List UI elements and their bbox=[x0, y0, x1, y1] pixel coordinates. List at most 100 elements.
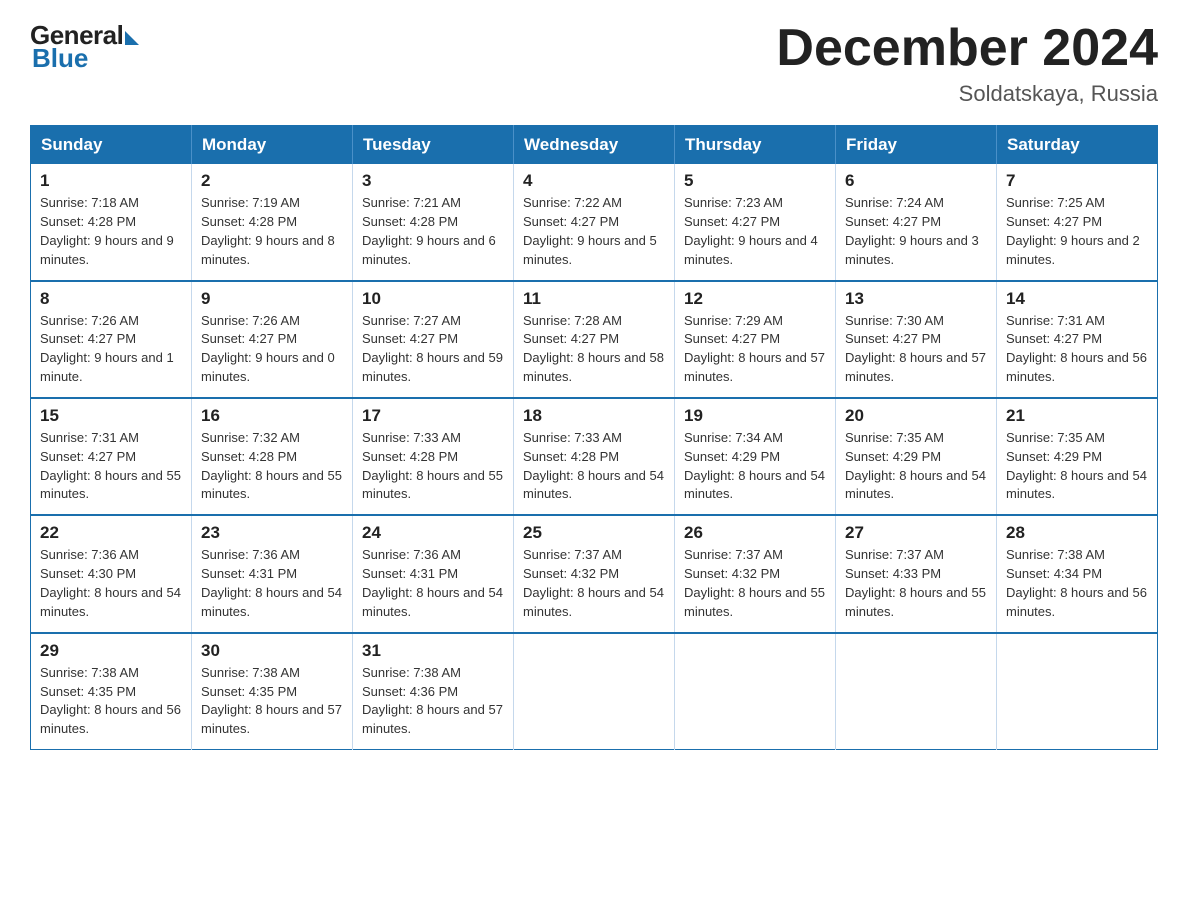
day-number: 24 bbox=[362, 523, 504, 543]
day-info: Sunrise: 7:24 AMSunset: 4:27 PMDaylight:… bbox=[845, 194, 987, 269]
calendar-cell: 18 Sunrise: 7:33 AMSunset: 4:28 PMDayligh… bbox=[514, 398, 675, 515]
day-info: Sunrise: 7:36 AMSunset: 4:31 PMDaylight:… bbox=[362, 546, 504, 621]
calendar-cell: 10 Sunrise: 7:27 AMSunset: 4:27 PMDayligh… bbox=[353, 281, 514, 398]
day-info: Sunrise: 7:34 AMSunset: 4:29 PMDaylight:… bbox=[684, 429, 826, 504]
calendar-cell: 17 Sunrise: 7:33 AMSunset: 4:28 PMDayligh… bbox=[353, 398, 514, 515]
calendar-cell: 21 Sunrise: 7:35 AMSunset: 4:29 PMDayligh… bbox=[997, 398, 1158, 515]
weekday-header-monday: Monday bbox=[192, 126, 353, 165]
day-number: 21 bbox=[1006, 406, 1148, 426]
calendar-cell: 26Sunrise: 7:37 AMSunset: 4:32 PMDayligh… bbox=[675, 515, 836, 632]
calendar-week-row: 8 Sunrise: 7:26 AMSunset: 4:27 PMDaylight… bbox=[31, 281, 1158, 398]
day-info: Sunrise: 7:18 AMSunset: 4:28 PMDaylight:… bbox=[40, 194, 182, 269]
day-info: Sunrise: 7:21 AMSunset: 4:28 PMDaylight:… bbox=[362, 194, 504, 269]
day-info: Sunrise: 7:27 AMSunset: 4:27 PMDaylight:… bbox=[362, 312, 504, 387]
day-number: 8 bbox=[40, 289, 182, 309]
calendar-cell: 16 Sunrise: 7:32 AMSunset: 4:28 PMDayligh… bbox=[192, 398, 353, 515]
calendar-cell: 2Sunrise: 7:19 AMSunset: 4:28 PMDaylight… bbox=[192, 164, 353, 280]
day-info: Sunrise: 7:38 AMSunset: 4:35 PMDaylight:… bbox=[40, 664, 182, 739]
day-info: Sunrise: 7:35 AMSunset: 4:29 PMDaylight:… bbox=[845, 429, 987, 504]
weekday-header-thursday: Thursday bbox=[675, 126, 836, 165]
day-number: 7 bbox=[1006, 171, 1148, 191]
day-number: 14 bbox=[1006, 289, 1148, 309]
logo-blue-text: Blue bbox=[32, 43, 88, 74]
day-info: Sunrise: 7:35 AMSunset: 4:29 PMDaylight:… bbox=[1006, 429, 1148, 504]
day-number: 22 bbox=[40, 523, 182, 543]
title-block: December 2024 Soldatskaya, Russia bbox=[776, 20, 1158, 107]
day-info: Sunrise: 7:36 AMSunset: 4:30 PMDaylight:… bbox=[40, 546, 182, 621]
day-number: 25 bbox=[523, 523, 665, 543]
calendar-cell: 15 Sunrise: 7:31 AMSunset: 4:27 PMDayligh… bbox=[31, 398, 192, 515]
calendar-cell: 23Sunrise: 7:36 AMSunset: 4:31 PMDayligh… bbox=[192, 515, 353, 632]
day-number: 6 bbox=[845, 171, 987, 191]
calendar-cell bbox=[997, 633, 1158, 750]
calendar-cell: 12 Sunrise: 7:29 AMSunset: 4:27 PMDayligh… bbox=[675, 281, 836, 398]
calendar-cell bbox=[675, 633, 836, 750]
weekday-header-friday: Friday bbox=[836, 126, 997, 165]
logo: General Blue bbox=[30, 20, 139, 74]
day-info: Sunrise: 7:28 AMSunset: 4:27 PMDaylight:… bbox=[523, 312, 665, 387]
calendar-cell: 3Sunrise: 7:21 AMSunset: 4:28 PMDaylight… bbox=[353, 164, 514, 280]
calendar-week-row: 1 Sunrise: 7:18 AMSunset: 4:28 PMDaylight… bbox=[31, 164, 1158, 280]
day-number: 5 bbox=[684, 171, 826, 191]
day-info: Sunrise: 7:33 AMSunset: 4:28 PMDaylight:… bbox=[523, 429, 665, 504]
calendar-cell: 30 Sunrise: 7:38 AMSunset: 4:35 PMDayligh… bbox=[192, 633, 353, 750]
calendar-cell: 25Sunrise: 7:37 AMSunset: 4:32 PMDayligh… bbox=[514, 515, 675, 632]
day-number: 28 bbox=[1006, 523, 1148, 543]
day-number: 4 bbox=[523, 171, 665, 191]
day-info: Sunrise: 7:22 AMSunset: 4:27 PMDaylight:… bbox=[523, 194, 665, 269]
calendar-cell: 24 Sunrise: 7:36 AMSunset: 4:31 PMDayligh… bbox=[353, 515, 514, 632]
day-number: 18 bbox=[523, 406, 665, 426]
calendar-cell bbox=[836, 633, 997, 750]
location-subtitle: Soldatskaya, Russia bbox=[776, 81, 1158, 107]
calendar-cell: 31 Sunrise: 7:38 AMSunset: 4:36 PMDayligh… bbox=[353, 633, 514, 750]
day-number: 31 bbox=[362, 641, 504, 661]
calendar-cell: 29 Sunrise: 7:38 AMSunset: 4:35 PMDayligh… bbox=[31, 633, 192, 750]
day-number: 2 bbox=[201, 171, 343, 191]
day-number: 13 bbox=[845, 289, 987, 309]
day-info: Sunrise: 7:37 AMSunset: 4:33 PMDaylight:… bbox=[845, 546, 987, 621]
day-info: Sunrise: 7:25 AMSunset: 4:27 PMDaylight:… bbox=[1006, 194, 1148, 269]
day-info: Sunrise: 7:31 AMSunset: 4:27 PMDaylight:… bbox=[1006, 312, 1148, 387]
calendar-cell: 27Sunrise: 7:37 AMSunset: 4:33 PMDayligh… bbox=[836, 515, 997, 632]
day-number: 19 bbox=[684, 406, 826, 426]
day-info: Sunrise: 7:36 AMSunset: 4:31 PMDaylight:… bbox=[201, 546, 343, 621]
day-number: 10 bbox=[362, 289, 504, 309]
calendar-week-row: 22 Sunrise: 7:36 AMSunset: 4:30 PMDayligh… bbox=[31, 515, 1158, 632]
day-info: Sunrise: 7:29 AMSunset: 4:27 PMDaylight:… bbox=[684, 312, 826, 387]
calendar-cell: 9Sunrise: 7:26 AMSunset: 4:27 PMDaylight… bbox=[192, 281, 353, 398]
day-info: Sunrise: 7:23 AMSunset: 4:27 PMDaylight:… bbox=[684, 194, 826, 269]
calendar-cell: 4 Sunrise: 7:22 AMSunset: 4:27 PMDaylight… bbox=[514, 164, 675, 280]
day-number: 15 bbox=[40, 406, 182, 426]
weekday-header-row: SundayMondayTuesdayWednesdayThursdayFrid… bbox=[31, 126, 1158, 165]
calendar-cell: 7 Sunrise: 7:25 AMSunset: 4:27 PMDaylight… bbox=[997, 164, 1158, 280]
calendar-cell: 22 Sunrise: 7:36 AMSunset: 4:30 PMDayligh… bbox=[31, 515, 192, 632]
day-info: Sunrise: 7:37 AMSunset: 4:32 PMDaylight:… bbox=[684, 546, 826, 621]
day-number: 16 bbox=[201, 406, 343, 426]
calendar-cell: 28 Sunrise: 7:38 AMSunset: 4:34 PMDayligh… bbox=[997, 515, 1158, 632]
calendar-cell bbox=[514, 633, 675, 750]
day-info: Sunrise: 7:38 AMSunset: 4:35 PMDaylight:… bbox=[201, 664, 343, 739]
weekday-header-wednesday: Wednesday bbox=[514, 126, 675, 165]
calendar-cell: 19 Sunrise: 7:34 AMSunset: 4:29 PMDayligh… bbox=[675, 398, 836, 515]
day-info: Sunrise: 7:26 AMSunset: 4:27 PMDaylight:… bbox=[40, 312, 182, 387]
day-info: Sunrise: 7:38 AMSunset: 4:36 PMDaylight:… bbox=[362, 664, 504, 739]
day-info: Sunrise: 7:31 AMSunset: 4:27 PMDaylight:… bbox=[40, 429, 182, 504]
calendar-cell: 8 Sunrise: 7:26 AMSunset: 4:27 PMDaylight… bbox=[31, 281, 192, 398]
weekday-header-tuesday: Tuesday bbox=[353, 126, 514, 165]
weekday-header-saturday: Saturday bbox=[997, 126, 1158, 165]
day-number: 12 bbox=[684, 289, 826, 309]
page-header: General Blue December 2024 Soldatskaya, … bbox=[30, 20, 1158, 107]
day-number: 29 bbox=[40, 641, 182, 661]
day-number: 30 bbox=[201, 641, 343, 661]
day-info: Sunrise: 7:26 AMSunset: 4:27 PMDaylight:… bbox=[201, 312, 343, 387]
day-info: Sunrise: 7:38 AMSunset: 4:34 PMDaylight:… bbox=[1006, 546, 1148, 621]
calendar-cell: 11 Sunrise: 7:28 AMSunset: 4:27 PMDayligh… bbox=[514, 281, 675, 398]
day-number: 17 bbox=[362, 406, 504, 426]
calendar-cell: 5 Sunrise: 7:23 AMSunset: 4:27 PMDaylight… bbox=[675, 164, 836, 280]
calendar-cell: 6 Sunrise: 7:24 AMSunset: 4:27 PMDaylight… bbox=[836, 164, 997, 280]
day-info: Sunrise: 7:33 AMSunset: 4:28 PMDaylight:… bbox=[362, 429, 504, 504]
day-number: 11 bbox=[523, 289, 665, 309]
day-number: 1 bbox=[40, 171, 182, 191]
calendar-week-row: 29 Sunrise: 7:38 AMSunset: 4:35 PMDayligh… bbox=[31, 633, 1158, 750]
day-info: Sunrise: 7:32 AMSunset: 4:28 PMDaylight:… bbox=[201, 429, 343, 504]
